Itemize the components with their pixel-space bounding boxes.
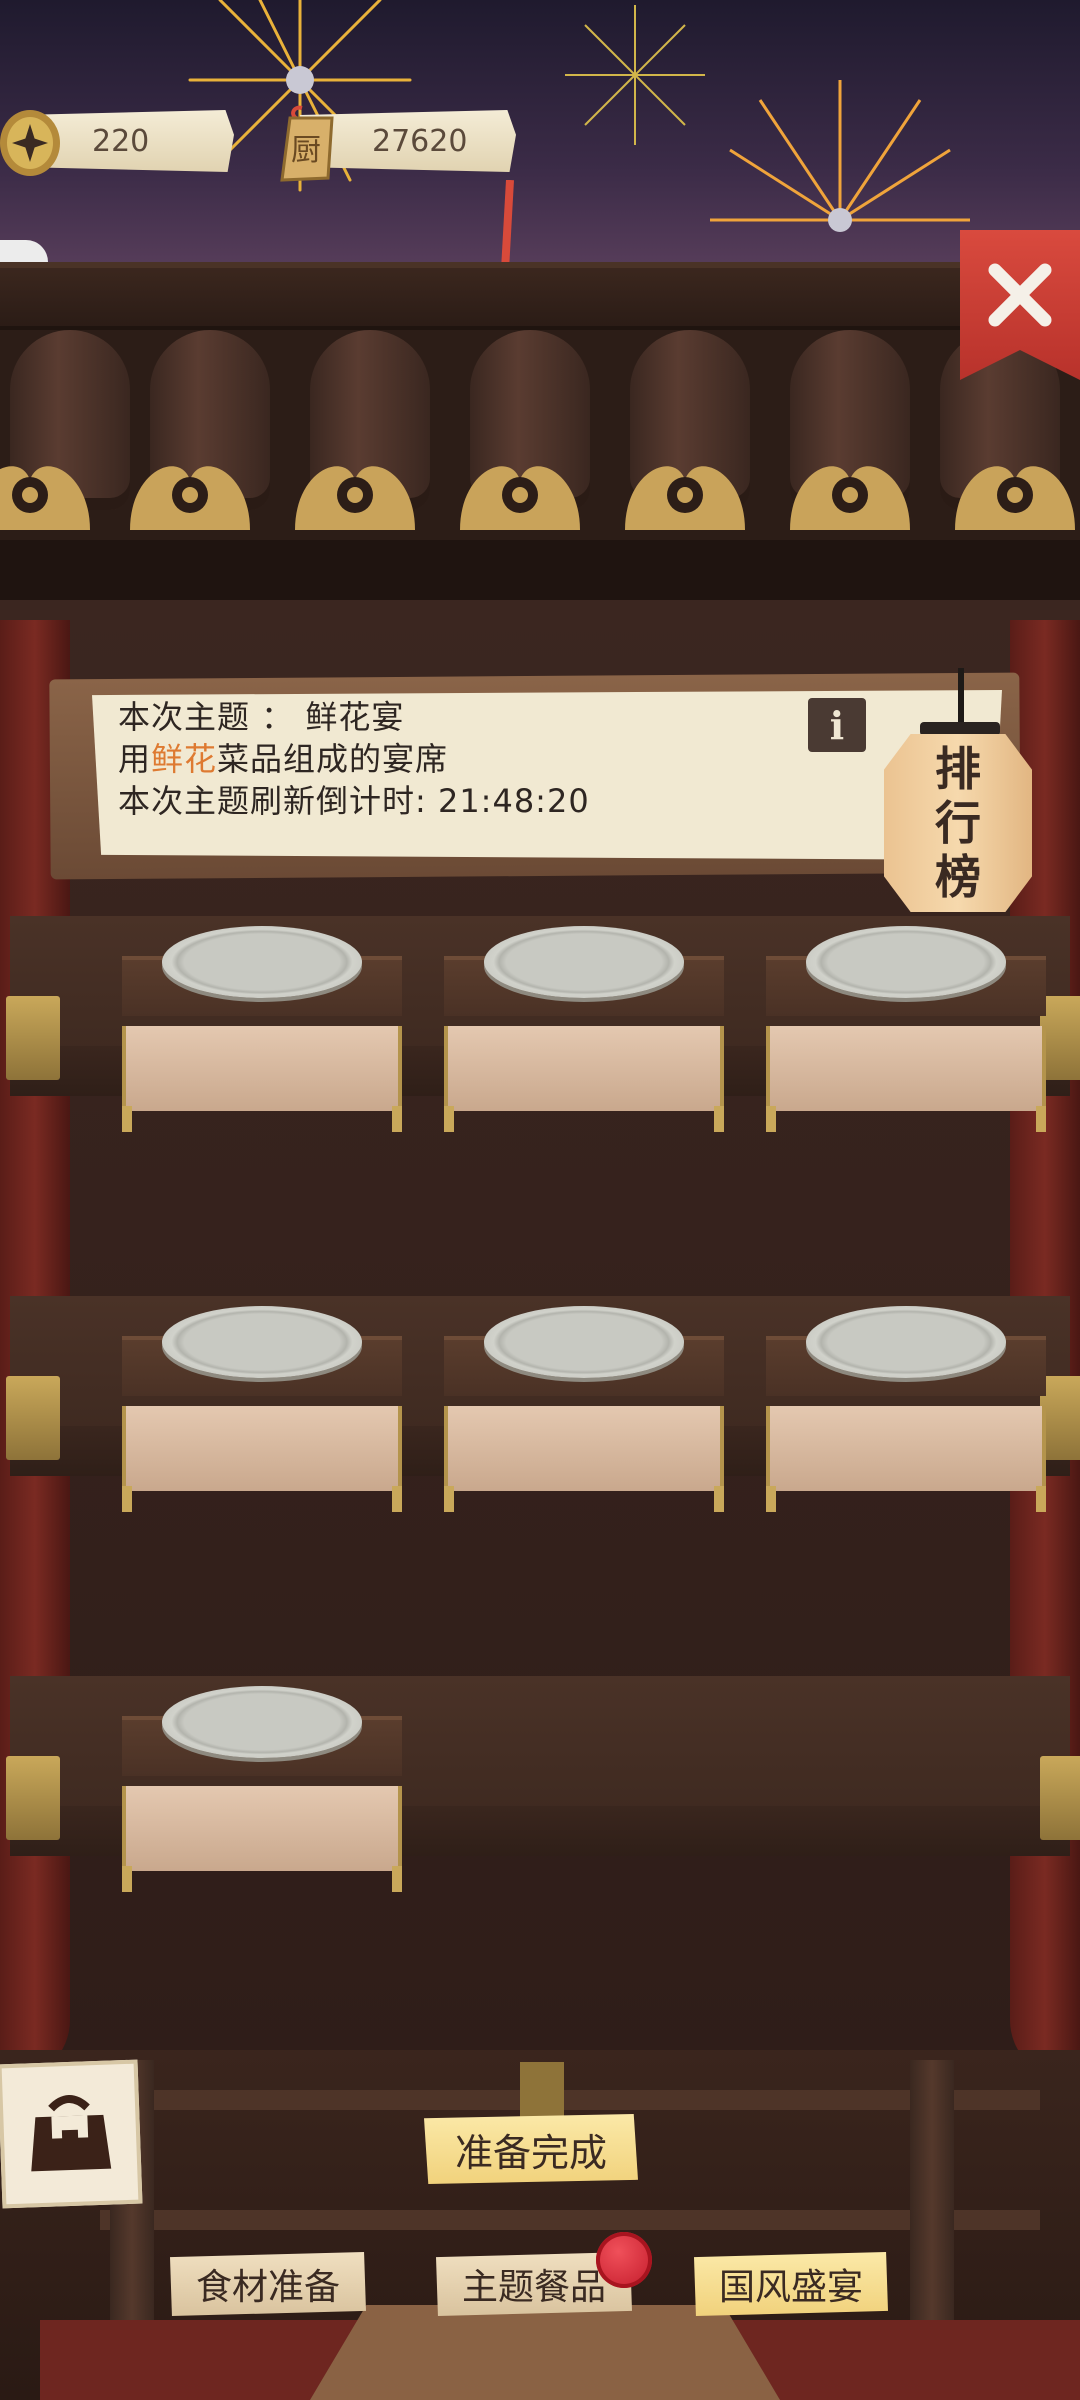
counter-post — [520, 2062, 564, 2122]
tab-ingredient-prep[interactable]: 食材准备 — [170, 2252, 366, 2316]
empty-plate — [162, 1306, 362, 1378]
topic-title: 本次主题 ： 鲜花宴 — [118, 698, 405, 736]
roof-eave — [0, 540, 1080, 600]
plate-slot[interactable] — [122, 1306, 402, 1512]
coin-icon — [0, 108, 66, 182]
empty-plate — [806, 926, 1006, 998]
shelf-row-1 — [0, 916, 1080, 1156]
ticket-amount: 27620 — [372, 123, 468, 159]
svg-text:厨: 厨 — [291, 133, 321, 168]
plate-slot[interactable] — [122, 1686, 402, 1892]
counter-rail — [100, 2090, 1040, 2110]
empty-plate — [484, 1306, 684, 1378]
empty-plate — [484, 926, 684, 998]
info-button[interactable]: i — [808, 698, 866, 752]
lantern-string — [958, 668, 964, 728]
bag-icon — [31, 2095, 112, 2172]
empty-plate — [162, 926, 362, 998]
firework-decoration — [565, 5, 705, 145]
counter-post — [910, 2060, 954, 2320]
plate-slot[interactable] — [766, 1306, 1046, 1512]
firework-decoration — [501, 180, 514, 270]
firework-decoration — [710, 80, 970, 232]
coin-amount: 220 — [92, 123, 150, 159]
topic-keyword: 鲜花 — [151, 740, 218, 778]
empty-plate — [162, 1686, 362, 1758]
info-icon: i — [829, 702, 845, 748]
notification-badge — [596, 2232, 652, 2288]
empty-plate — [806, 1306, 1006, 1378]
shelf-row-2 — [0, 1296, 1080, 1536]
tab-national-feast[interactable]: 国风盛宴 — [694, 2252, 888, 2316]
counter-rail — [100, 2210, 1040, 2230]
topic-countdown: 本次主题刷新倒计时: 21:48:20 — [118, 782, 590, 820]
roof-beam — [0, 262, 1080, 332]
plate-slot[interactable] — [122, 926, 402, 1132]
close-icon — [988, 263, 1052, 327]
plate-slot[interactable] — [444, 1306, 724, 1512]
lantern-cap — [920, 722, 1000, 736]
plate-slot[interactable] — [766, 926, 1046, 1132]
floor-runner — [310, 2305, 780, 2400]
shelf-row-3 — [0, 1676, 1080, 1916]
ticket-icon: 厨 — [272, 104, 342, 188]
plate-slot[interactable] — [444, 926, 724, 1132]
floor-carpet — [720, 2320, 1080, 2400]
ready-button[interactable]: 准备完成 — [424, 2114, 638, 2184]
bag-button[interactable] — [0, 2059, 143, 2209]
leaderboard-button[interactable]: 排 行 榜 — [884, 734, 1032, 912]
topic-description: 用鲜花菜品组成的宴席 — [118, 740, 449, 778]
